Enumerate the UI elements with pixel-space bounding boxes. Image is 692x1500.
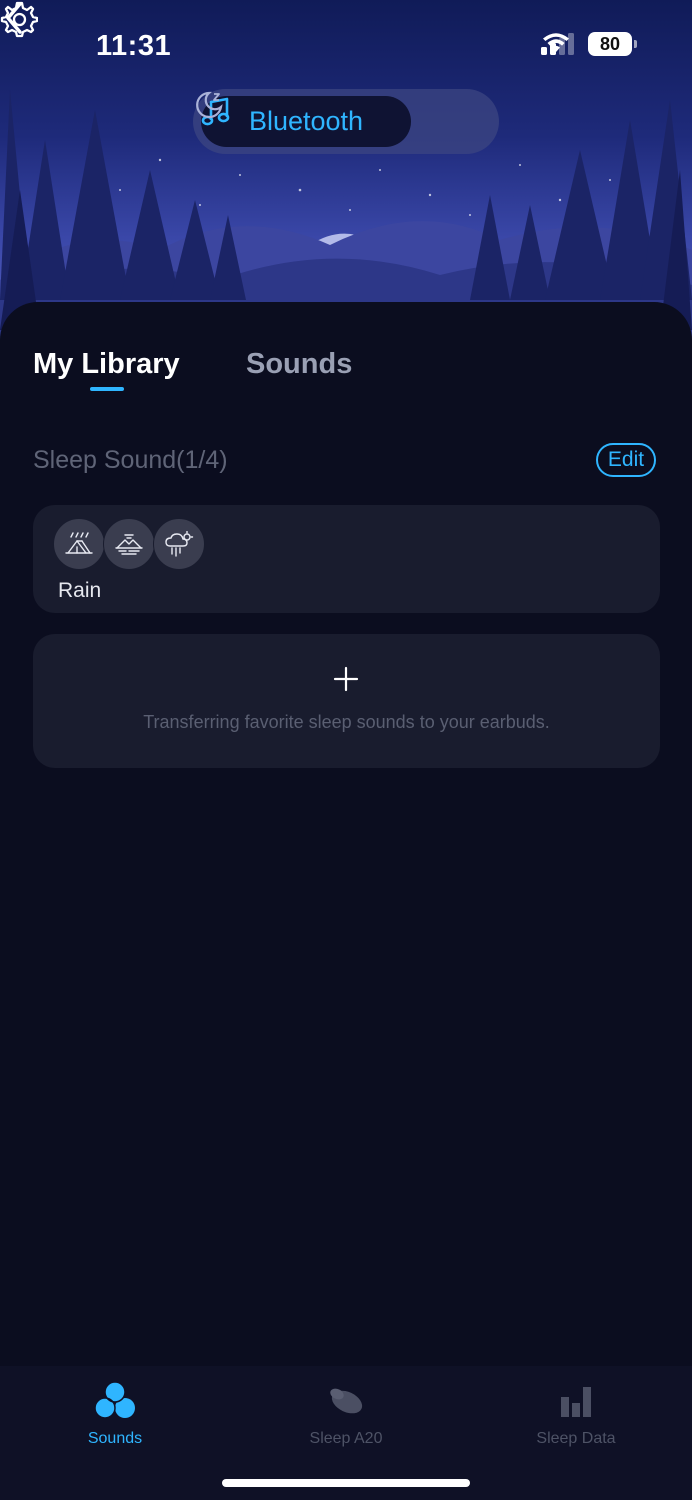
status-icons: 80 <box>541 32 637 56</box>
plus-icon <box>333 666 359 692</box>
active-tab-indicator <box>90 387 124 391</box>
mountain-lake-icon <box>103 518 155 570</box>
settings-gear-icon[interactable] <box>0 0 38 38</box>
battery-indicator: 80 <box>588 32 637 56</box>
section-title: Sleep Sound(1/4) <box>33 446 228 474</box>
status-time: 11:31 <box>96 30 172 62</box>
nav-sleep-a20-label: Sleep A20 <box>309 1430 383 1447</box>
nav-sleep-data-label: Sleep Data <box>536 1430 616 1447</box>
nav-sleep-a20[interactable]: Sleep A20 <box>266 1378 426 1448</box>
home-indicator <box>222 1479 470 1487</box>
nav-sleep-data[interactable]: Sleep Data <box>496 1378 656 1448</box>
sound-card-rain[interactable]: Rain <box>33 505 660 613</box>
sounds-bubbles-icon <box>94 1381 135 1419</box>
edit-button[interactable]: Edit <box>596 443 656 477</box>
sound-icon-group <box>53 518 205 570</box>
bar-chart-icon <box>561 1387 591 1417</box>
sound-name: Rain <box>58 579 102 602</box>
tab-sounds[interactable]: Sounds <box>246 348 352 381</box>
nav-sounds-label: Sounds <box>87 1430 143 1447</box>
add-sound-hint: Transferring favorite sleep sounds to yo… <box>143 712 550 732</box>
tab-my-library[interactable]: My Library <box>33 348 180 381</box>
mode-label: Bluetooth <box>248 106 364 136</box>
cloud-sun-rain-icon <box>153 518 205 570</box>
bluetooth-mode-button[interactable]: Bluetooth <box>201 96 411 147</box>
wifi-icon <box>543 33 569 52</box>
mode-toggle: Bluetooth <box>193 89 499 154</box>
hero-banner: 11:31 80 Bluetooth <box>0 0 692 340</box>
earbud-icon <box>330 1388 363 1414</box>
sleep-moon-button[interactable] <box>193 89 225 121</box>
add-sound-card[interactable]: Transferring favorite sleep sounds to yo… <box>33 634 660 768</box>
nav-sounds[interactable]: Sounds <box>35 1378 195 1448</box>
tent-rain-icon <box>53 518 105 570</box>
